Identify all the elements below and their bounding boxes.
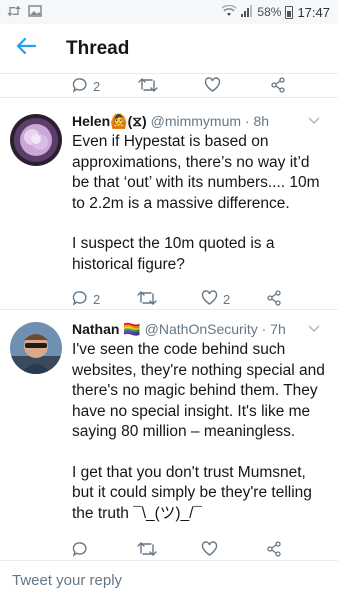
page-title: Thread <box>66 37 130 59</box>
battery-percent: 58% <box>257 5 282 19</box>
tweet-text: Even if Hypestat is based on approximati… <box>72 132 330 275</box>
like-button[interactable] <box>201 540 266 560</box>
signal-icon <box>241 4 253 20</box>
tweet-paragraph: I get that you don't trust Mumsnet, but … <box>72 463 312 522</box>
wifi-icon <box>221 4 237 20</box>
reply-composer[interactable]: Tweet your reply <box>0 560 338 600</box>
tweet-header: Nathan 🏳️‍🌈 @NathOnSecurity · 7h <box>72 320 330 338</box>
previous-tweet-actions: 2 <box>0 74 338 98</box>
retweet-button[interactable] <box>136 541 202 560</box>
handle[interactable]: @mimmymum <box>151 113 241 129</box>
timestamp: · 7h <box>261 321 286 337</box>
tweet-header: Helen🙆(⧖) @mimmymum · 8h <box>72 112 330 130</box>
tweet-paragraph: I suspect the 10m quoted is a historical… <box>72 235 275 273</box>
back-button[interactable] <box>0 24 52 74</box>
reply-count: 2 <box>93 78 101 94</box>
heart-icon <box>204 76 221 96</box>
heart-icon <box>201 540 218 560</box>
retweet-icon <box>138 77 158 96</box>
handle[interactable]: @NathOnSecurity <box>145 321 258 337</box>
like-button[interactable]: 2 <box>201 289 266 309</box>
like-button[interactable] <box>204 76 270 96</box>
reply-button[interactable]: 2 <box>72 77 138 96</box>
tweet-menu-button[interactable] <box>308 112 320 130</box>
retweet-button[interactable] <box>138 77 204 96</box>
reply-button[interactable] <box>72 541 137 560</box>
retweet-button[interactable] <box>136 290 202 309</box>
tweet-paragraph: Even if Hypestat is based on approximati… <box>72 133 320 212</box>
reply-count: 2 <box>93 291 101 307</box>
reply-input[interactable]: Tweet your reply <box>12 572 122 589</box>
share-button[interactable] <box>270 76 336 96</box>
reply-icon <box>72 77 88 96</box>
top-bar: Thread <box>0 24 338 74</box>
rainbow-flag-icon: 🏳️‍🌈 <box>123 321 141 337</box>
tweet-menu-button[interactable] <box>308 320 320 338</box>
like-count: 2 <box>223 291 231 307</box>
share-button[interactable] <box>266 289 331 309</box>
retweet-notification-icon <box>6 5 22 20</box>
reply-icon <box>72 541 88 560</box>
clock: 17:47 <box>297 4 330 20</box>
woman-emoji-icon: 🙆 <box>110 113 128 129</box>
battery-icon <box>285 5 294 19</box>
tweet-paragraph: I've seen the code behind such websites,… <box>72 341 325 440</box>
tweet-text: I've seen the code behind such websites,… <box>72 340 330 524</box>
retweet-icon <box>136 290 157 309</box>
share-button[interactable] <box>266 540 331 560</box>
chevron-down-icon <box>308 112 320 129</box>
chevron-down-icon <box>308 320 320 337</box>
avatar[interactable] <box>10 114 62 166</box>
share-icon <box>270 76 286 96</box>
status-bar: 58% 17:47 <box>0 0 338 24</box>
display-name[interactable]: Helen <box>72 113 110 129</box>
share-icon <box>266 289 282 309</box>
reply-button[interactable]: 2 <box>72 290 137 309</box>
reply-icon <box>72 290 88 309</box>
tweet-helen[interactable]: Helen🙆(⧖) @mimmymum · 8h Even if Hypesta… <box>0 98 338 310</box>
timestamp: · 8h <box>244 113 270 129</box>
image-notification-icon <box>28 4 42 20</box>
name-suffix: (⧖) <box>127 113 147 129</box>
display-name[interactable]: Nathan <box>72 321 119 337</box>
tweet-nathan[interactable]: Nathan 🏳️‍🌈 @NathOnSecurity · 7h I've se… <box>0 310 338 560</box>
retweet-icon <box>136 541 157 560</box>
share-icon <box>266 540 282 560</box>
heart-icon <box>201 289 218 309</box>
back-arrow-icon <box>16 37 37 60</box>
avatar[interactable] <box>10 322 62 374</box>
